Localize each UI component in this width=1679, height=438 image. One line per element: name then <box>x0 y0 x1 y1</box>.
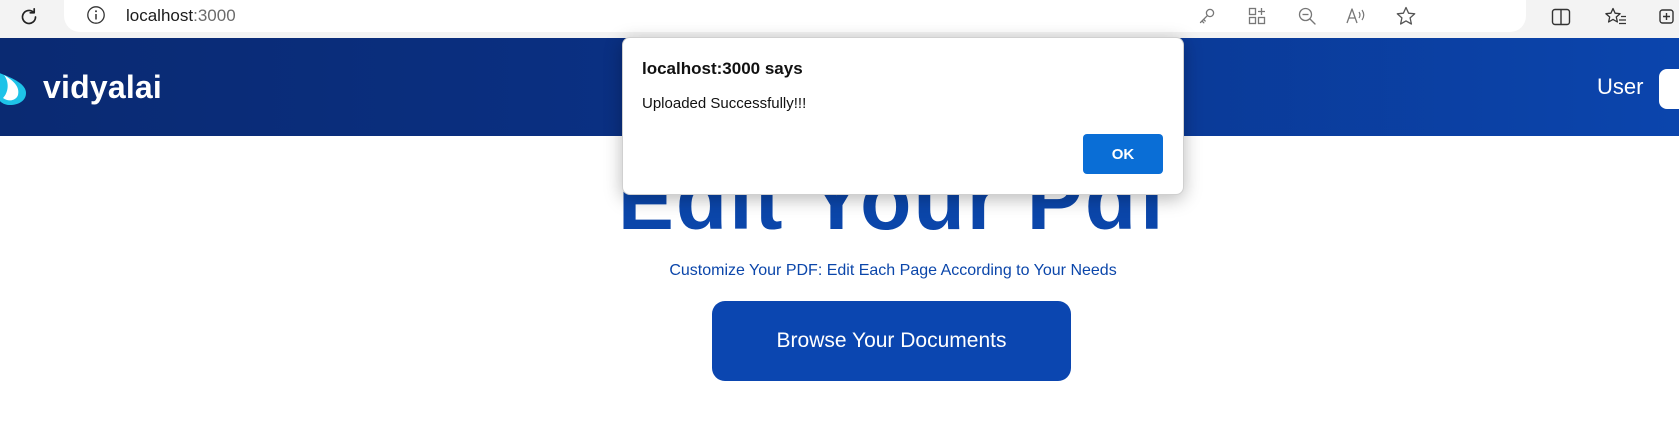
reload-icon[interactable] <box>17 5 41 29</box>
key-icon[interactable] <box>1195 4 1219 28</box>
read-aloud-icon[interactable] <box>1344 4 1368 28</box>
page-subtitle: Customize Your PDF: Edit Each Page Accor… <box>669 262 1117 279</box>
dialog-title: localhost:3000 says <box>642 59 803 78</box>
zoom-out-icon[interactable] <box>1295 4 1319 28</box>
split-screen-icon[interactable] <box>1548 4 1574 30</box>
browser-toolbar: localhost:3000 <box>0 0 1679 38</box>
user-menu[interactable]: User <box>1597 74 1643 100</box>
star-icon[interactable] <box>1394 4 1418 28</box>
favorites-icon[interactable] <box>1603 4 1629 30</box>
logo[interactable]: vidyalai <box>0 67 162 107</box>
url-host: localhost <box>126 6 194 25</box>
address-bar[interactable]: localhost:3000 <box>64 0 1526 32</box>
header-action-button[interactable] <box>1659 69 1679 109</box>
info-icon[interactable] <box>86 5 106 25</box>
dialog-message: Uploaded Successfully!!! <box>642 95 807 112</box>
app-available-icon[interactable] <box>1245 4 1269 28</box>
url-port: :3000 <box>193 6 236 25</box>
alert-dialog: localhost:3000 says Uploaded Successfull… <box>622 37 1184 195</box>
logo-text: vidyalai <box>43 68 163 105</box>
logo-icon <box>0 67 30 107</box>
ok-button[interactable]: OK <box>1083 134 1163 174</box>
browser-window: localhost:3000 vidyalai User Edit Your P… <box>0 0 1679 438</box>
browse-documents-button[interactable]: Browse Your Documents <box>712 301 1071 381</box>
url-text[interactable]: localhost:3000 <box>126 6 236 26</box>
collections-icon[interactable] <box>1654 4 1679 30</box>
